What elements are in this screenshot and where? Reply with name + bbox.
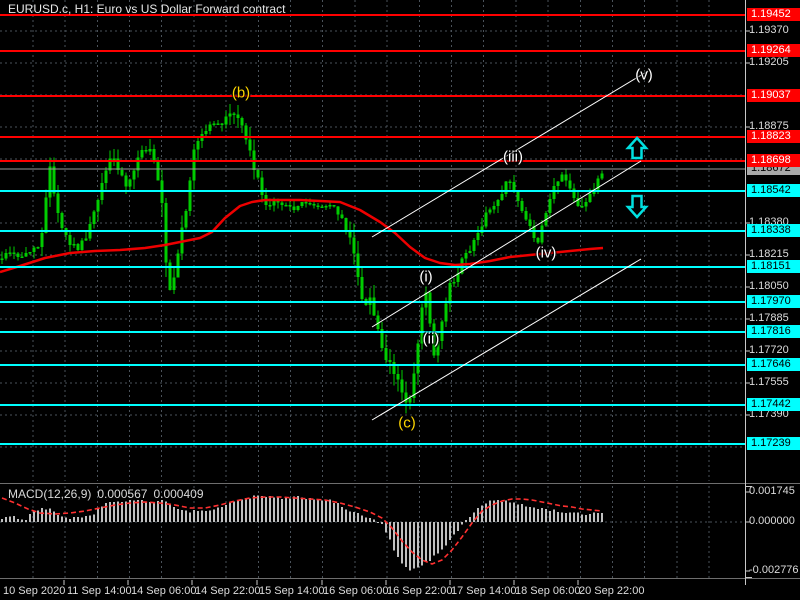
price-tick-label: 1.19205	[749, 56, 789, 68]
price-tick-label: 1.18050	[749, 280, 789, 292]
wave-label-v[interactable]: (v)	[635, 67, 653, 84]
price-badge-support: 1.18542	[747, 184, 800, 197]
time-label: 18 Sep 06:00	[515, 585, 581, 597]
price-badge-support: 1.17646	[747, 358, 800, 371]
time-label: 20 Sep 22:00	[579, 585, 645, 597]
wave-label-b[interactable]: (b)	[232, 85, 250, 102]
price-tick-label: 1.17555	[749, 376, 789, 388]
price-badge-support: 1.17970	[747, 295, 800, 308]
macd-title: MACD(12,26,9) 0.000567 0.000409	[8, 487, 210, 501]
macd-scale-label: 0.000000	[749, 515, 795, 527]
price-tick-label: 1.19370	[749, 24, 789, 36]
trendline[interactable]	[371, 258, 642, 421]
chart-canvas[interactable]	[0, 0, 800, 600]
chart-window: EURUSD.c, H1: Euro vs US Dollar Forward …	[0, 0, 800, 600]
wave-label-ii[interactable]: (ii)	[423, 331, 440, 348]
time-label: 16 Sep 06:00	[323, 585, 389, 597]
price-badge-support: 1.17239	[747, 437, 800, 450]
price-tick-label: 1.17885	[749, 312, 789, 324]
macd-indicator-name: MACD(12,26,9)	[8, 487, 92, 501]
price-badge-support: 1.17442	[747, 398, 800, 411]
price-badge-support: 1.18338	[747, 224, 800, 237]
wave-label-c[interactable]: (c)	[398, 415, 416, 432]
up-arrow[interactable]	[625, 136, 649, 160]
macd-scale-label: -0.002776	[749, 564, 799, 576]
time-label: 17 Sep 14:00	[451, 585, 517, 597]
price-badge-resistance: 1.19264	[747, 44, 800, 57]
price-tick-label: 1.17720	[749, 344, 789, 356]
chart-title: EURUSD.c, H1: Euro vs US Dollar Forward …	[8, 2, 286, 16]
price-badge-resistance: 1.19037	[747, 89, 800, 102]
macd-signal-value: 0.000409	[153, 487, 204, 501]
wave-label-iii[interactable]: (iii)	[503, 149, 523, 166]
macd-histogram	[1, 495, 603, 571]
wave-label-iv[interactable]: (iv)	[536, 245, 557, 262]
time-label: 14 Sep 22:00	[195, 585, 261, 597]
price-badge-resistance: 1.18698	[747, 154, 800, 167]
time-label: 16 Sep 22:00	[387, 585, 453, 597]
time-label: 15 Sep 14:00	[259, 585, 325, 597]
price-badge-resistance: 1.18823	[747, 130, 800, 143]
macd-main-value: 0.000567	[97, 487, 148, 501]
time-label: 11 Sep 14:00	[67, 585, 132, 597]
time-label: 14 Sep 06:00	[131, 585, 197, 597]
wave-label-i[interactable]: (i)	[419, 269, 432, 286]
time-label: 10 Sep 2020	[3, 585, 66, 597]
price-badge-support: 1.17816	[747, 325, 800, 338]
macd-scale-label: 0.001745	[749, 485, 795, 497]
down-arrow[interactable]	[625, 194, 649, 219]
price-badge-support: 1.18151	[747, 260, 800, 273]
price-badge-resistance: 1.19452	[747, 8, 800, 21]
